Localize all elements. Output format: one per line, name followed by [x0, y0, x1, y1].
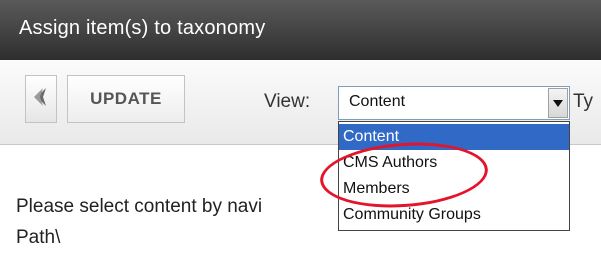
view-select[interactable]: Content [338, 86, 570, 120]
view-select-value: Content [349, 93, 406, 110]
dialog-title-bar: Assign item(s) to taxonomy [0, 0, 601, 60]
update-button[interactable]: UPDATE [67, 75, 185, 123]
instruction-text-start: Please select content by navi [16, 196, 263, 217]
back-button[interactable] [25, 75, 57, 123]
chevron-down-icon[interactable] [548, 88, 568, 118]
path-label: Path\ [16, 227, 61, 248]
view-label: View: [264, 91, 311, 112]
dialog-title: Assign item(s) to taxonomy [19, 17, 266, 39]
chevron-left-icon [34, 87, 48, 112]
type-label: Ty [573, 91, 594, 112]
